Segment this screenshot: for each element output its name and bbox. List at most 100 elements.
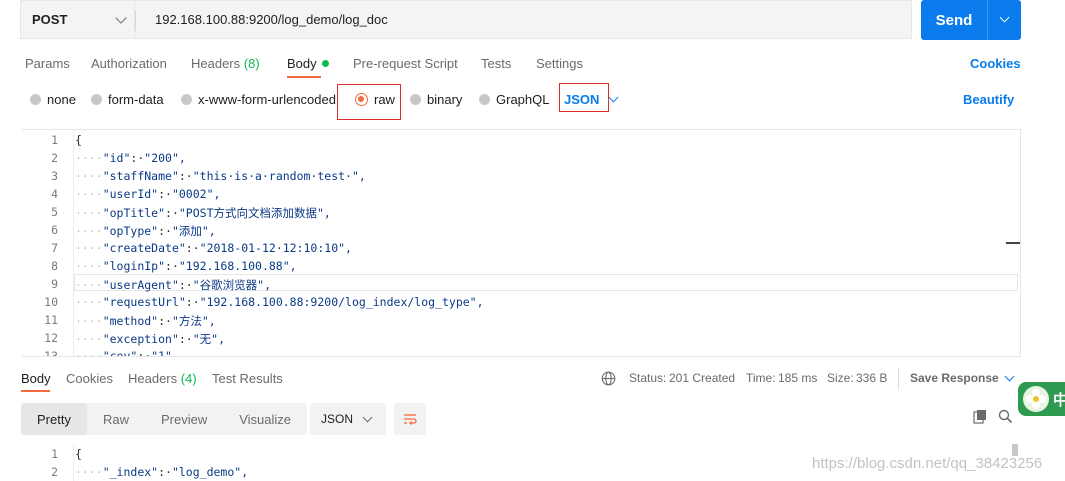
line-number: 6	[51, 223, 58, 237]
chevron-down-icon[interactable]	[999, 12, 1010, 23]
code-line: ····"createDate":·"2018-01-12·12:10:10",	[75, 241, 484, 259]
code-line: ····"exception":·"无",	[75, 331, 484, 349]
editor-scroll-marker[interactable]	[1006, 242, 1020, 244]
gutter-divider	[73, 130, 74, 356]
status-divider	[898, 368, 899, 390]
code-line: ····"loginIp":·"192.168.100.88",	[75, 259, 484, 277]
radio-circle	[479, 94, 490, 105]
json-value: {	[75, 133, 82, 147]
json-value: "200",	[144, 151, 186, 165]
tab-headers-label: Headers	[191, 56, 241, 71]
status-label: Status:	[629, 371, 667, 385]
json-key: "userId"	[102, 187, 159, 201]
code-line: ····"userId":·"0002",	[75, 187, 484, 205]
line-number: 3	[51, 169, 58, 183]
indent-whitespace: ····	[75, 278, 103, 292]
json-value: "谷歌浏览器",	[192, 278, 272, 292]
tab-pre-request-script[interactable]: Pre-request Script	[353, 56, 458, 71]
indent-whitespace: ····	[75, 187, 103, 201]
radio-none[interactable]: none	[30, 92, 76, 107]
body-indicator-dot	[321, 60, 329, 67]
tab-authorization[interactable]: Authorization	[91, 56, 167, 71]
cookies-link[interactable]: Cookies	[970, 56, 1021, 71]
line-number: 7	[51, 241, 58, 255]
view-mode-raw[interactable]: Raw	[87, 403, 145, 435]
beautify-button[interactable]: Beautify	[963, 92, 1014, 107]
status-value[interactable]: 201 Created	[669, 371, 735, 385]
radio-graphql-label: GraphQL	[496, 92, 550, 107]
code-line: {	[75, 133, 484, 151]
headers-count: (8)	[243, 56, 260, 71]
json-colon: :·	[158, 224, 172, 238]
json-key: "id"	[102, 151, 131, 165]
view-mode-pretty[interactable]: Pretty	[21, 403, 87, 435]
indent-whitespace: ····	[75, 259, 103, 273]
radio-urlencoded-label: x-www-form-urlencoded	[198, 92, 336, 107]
radio-circle	[181, 94, 192, 105]
time-value[interactable]: 185 ms	[778, 371, 817, 385]
tab-headers[interactable]: Headers (8)	[191, 56, 260, 71]
code-area: {····"id":·"200", ····"staffName":·"this·…	[75, 133, 484, 357]
send-button[interactable]: Send	[921, 0, 1021, 40]
code-line: ····"cev":·"1",	[75, 349, 484, 357]
chevron-down-icon[interactable]	[608, 92, 619, 103]
code-line: ····"opTitle":·"POST方式向文档添加数据",	[75, 205, 484, 223]
json-value: "this·is·a·random·test·",	[192, 169, 366, 183]
radio-circle	[410, 94, 421, 105]
radio-graphql[interactable]: GraphQL	[479, 92, 549, 107]
indent-whitespace: ····	[75, 169, 103, 183]
code-line: {	[75, 447, 248, 465]
save-response-button[interactable]: Save Response	[910, 371, 999, 385]
view-mode-preview[interactable]: Preview	[145, 403, 223, 435]
json-key: "exception"	[102, 332, 179, 346]
chevron-down-icon[interactable]	[1004, 371, 1015, 382]
globe-icon[interactable]	[601, 371, 616, 386]
size-value[interactable]: 336 B	[856, 371, 887, 385]
wrap-lines-button[interactable]	[394, 403, 426, 435]
json-colon: :·	[130, 151, 145, 165]
tab-body[interactable]: Body	[287, 56, 329, 71]
view-mode-visualize[interactable]: Visualize	[223, 403, 307, 435]
url-input[interactable]: 192.168.100.88:9200/log_demo/log_doc	[134, 0, 912, 39]
flower-icon	[1023, 386, 1049, 412]
search-icon[interactable]	[998, 409, 1013, 424]
request-body-editor[interactable]: 1 2 3 4 5 6 7 8 9 10 11 12 13 {····"id":·"200", ····"…	[22, 129, 1021, 357]
tab-params[interactable]: Params	[25, 56, 70, 71]
json-key: "opTitle"	[102, 206, 166, 220]
line-number: 8	[51, 259, 58, 273]
code-line: ····"_index":·"log_demo",	[75, 465, 248, 481]
json-key: "createDate"	[102, 241, 186, 255]
response-tab-indicator	[21, 390, 50, 392]
radio-form-data[interactable]: form-data	[91, 92, 164, 107]
radio-binary[interactable]: binary	[410, 92, 462, 107]
time-label: Time:	[746, 371, 776, 385]
json-key: "loginIp"	[102, 259, 166, 273]
copy-icon[interactable]	[973, 409, 988, 424]
indent-whitespace: ····	[75, 224, 103, 238]
json-key: "userAgent"	[102, 278, 179, 292]
method-select[interactable]: POST	[20, 0, 134, 39]
code-line: ····"method":·"方法",	[75, 313, 484, 331]
indent-whitespace: ····	[75, 349, 103, 357]
response-view-mode-group: Pretty Raw Preview Visualize	[21, 403, 308, 435]
floating-widget[interactable]: 中	[1018, 382, 1065, 416]
radio-urlencoded[interactable]: x-www-form-urlencoded	[181, 92, 336, 107]
json-key: "cev"	[102, 349, 138, 357]
tab-tests[interactable]: Tests	[481, 56, 511, 71]
watermark: https://blog.csdn.net/qq_38423256	[812, 455, 1043, 472]
url-text: 192.168.100.88:9200/log_demo/log_doc	[155, 12, 388, 27]
response-tab-cookies[interactable]: Cookies	[66, 371, 113, 386]
response-format-select[interactable]: JSON	[310, 403, 386, 435]
response-tab-headers[interactable]: Headers (4)	[128, 371, 197, 386]
tab-settings[interactable]: Settings	[536, 56, 583, 71]
response-tab-test-results[interactable]: Test Results	[212, 371, 283, 386]
response-tab-body[interactable]: Body	[21, 371, 51, 386]
code-line: ····"opType":·"添加",	[75, 223, 484, 241]
url-divider	[135, 10, 136, 31]
method-label: POST	[32, 12, 68, 27]
json-value: "192.168.100.88",	[178, 259, 297, 273]
radio-raw[interactable]: raw	[355, 92, 395, 107]
json-colon: :·	[158, 187, 172, 201]
json-colon: :·	[165, 259, 179, 273]
body-format-select[interactable]: JSON	[564, 92, 599, 107]
